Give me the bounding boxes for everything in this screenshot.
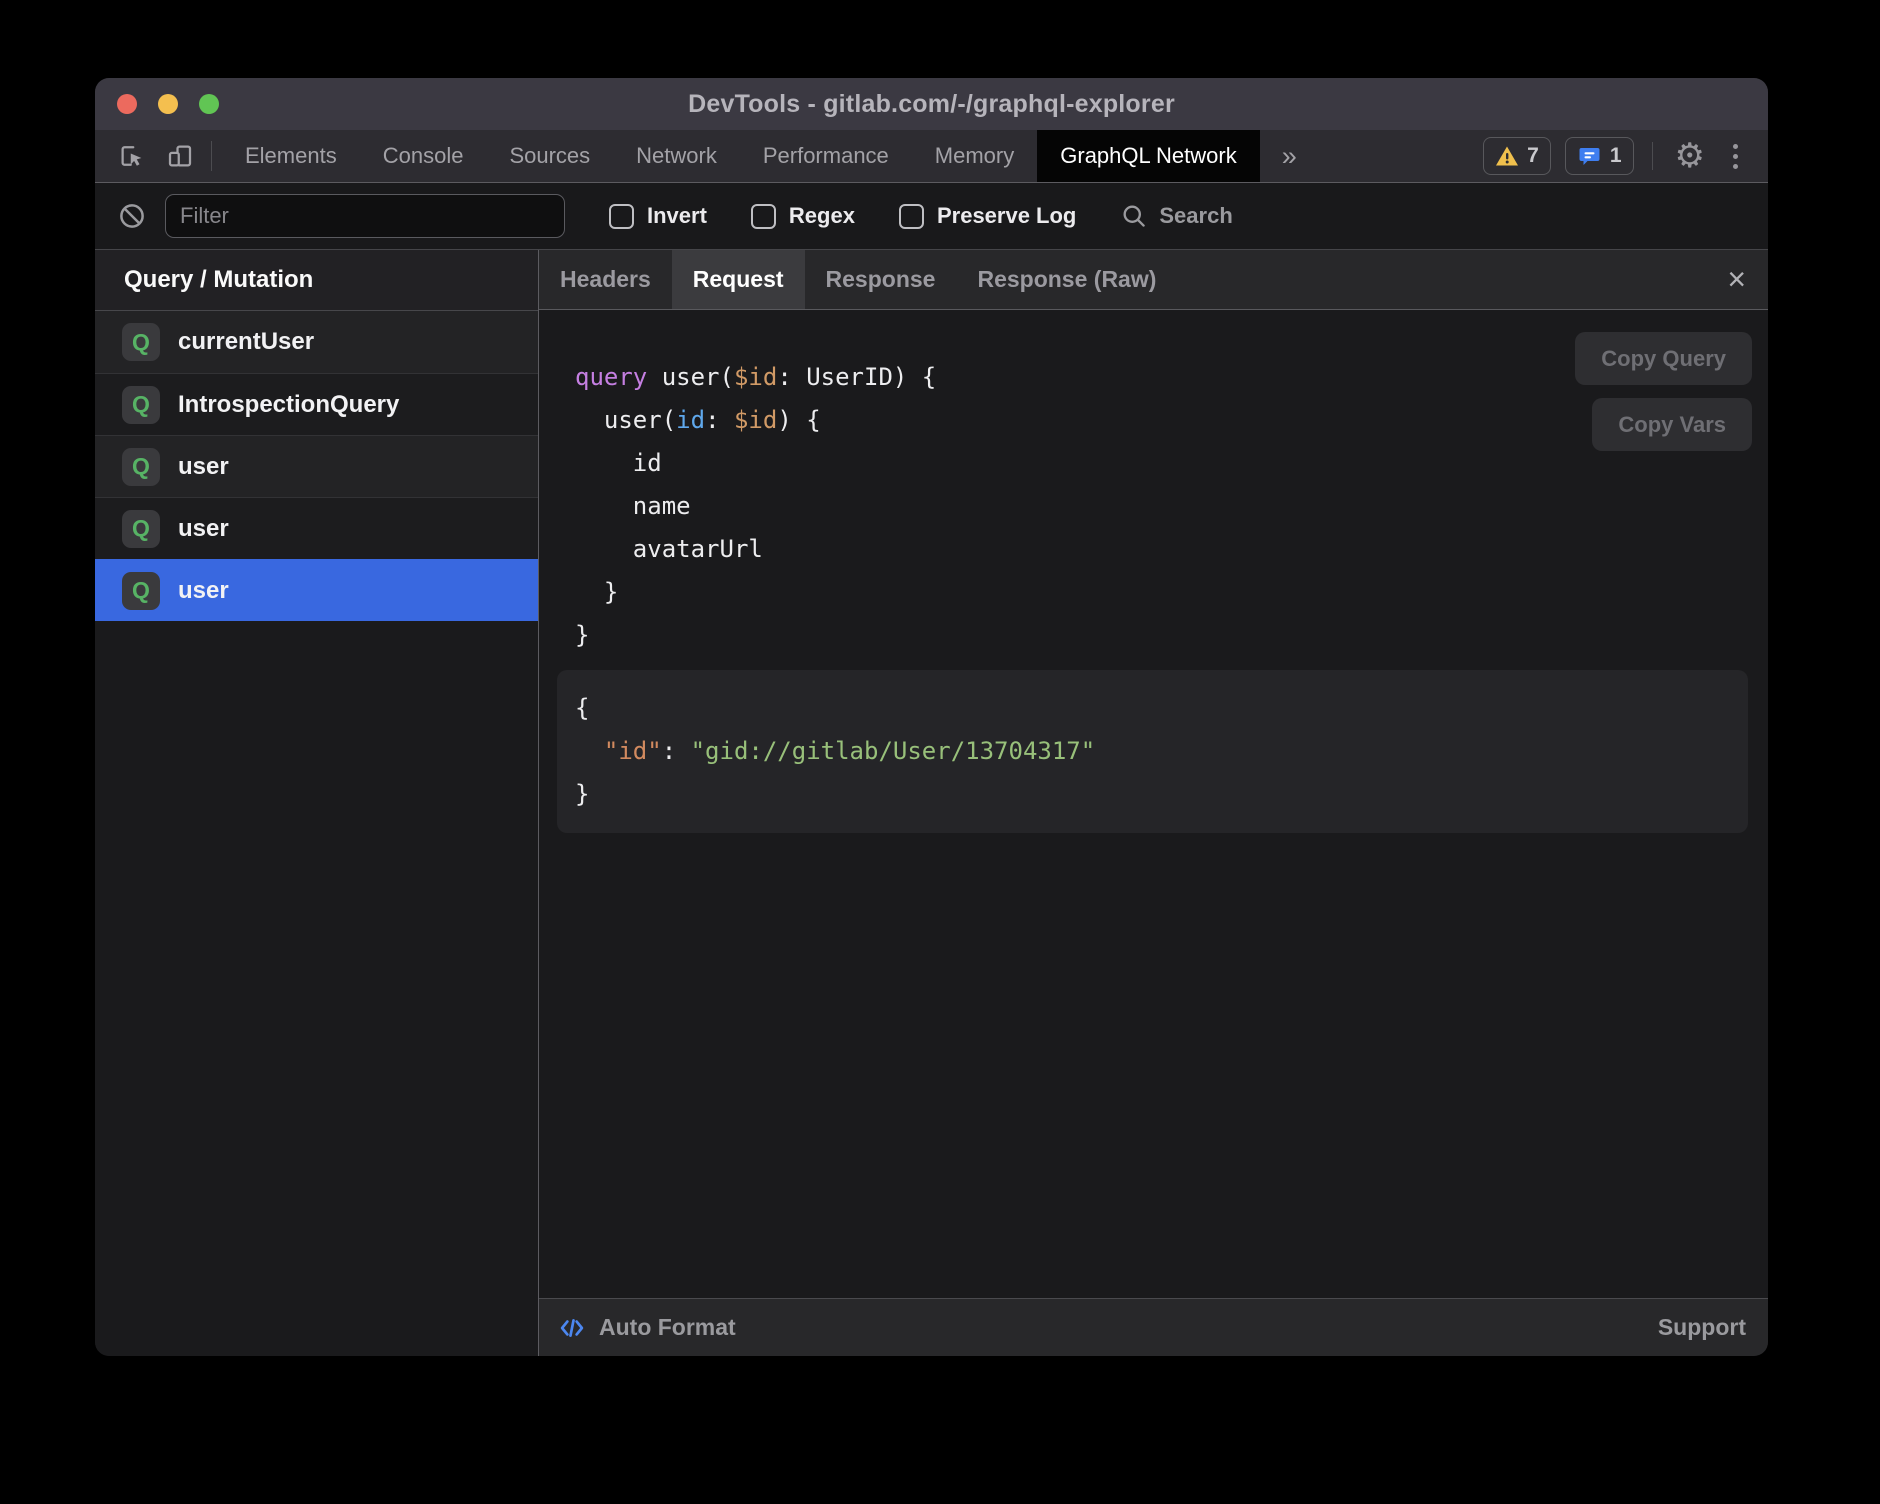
more-tabs-chevron-icon[interactable]: »: [1260, 130, 1319, 182]
filter-input[interactable]: [165, 194, 565, 238]
query-row-user-1[interactable]: Q user: [95, 435, 538, 497]
query-list-panel: Query / Mutation Q currentUser Q Introsp…: [95, 250, 539, 1356]
query-row-label: user: [178, 577, 229, 605]
device-toolbar-icon[interactable]: [165, 141, 195, 171]
warning-count: 7: [1527, 144, 1539, 168]
query-row-user-2[interactable]: Q user: [95, 497, 538, 559]
query-list-header: Query / Mutation: [95, 250, 538, 311]
query-type-badge: Q: [122, 572, 160, 610]
message-icon: [1577, 144, 1602, 168]
tab-graphql-network[interactable]: GraphQL Network: [1037, 130, 1259, 182]
query-row-label: currentUser: [178, 328, 314, 356]
filter-toolbar: Invert Regex Preserve Log Search: [95, 182, 1768, 250]
query-row-label: IntrospectionQuery: [178, 391, 399, 419]
request-body: query user($id: UserID) { user(id: $id) …: [539, 310, 1768, 1298]
tab-network[interactable]: Network: [613, 130, 740, 182]
regex-label: Regex: [789, 203, 855, 229]
tab-headers[interactable]: Headers: [539, 250, 672, 309]
issues-badge[interactable]: 1: [1565, 137, 1634, 175]
query-row-user-3-selected[interactable]: Q user: [95, 559, 538, 621]
preserve-log-checkbox[interactable]: [899, 204, 924, 229]
preserve-log-checkbox-group[interactable]: Preserve Log: [899, 203, 1076, 229]
query-variables-box: { "id": "gid://gitlab/User/13704317"}: [557, 670, 1748, 833]
search-button[interactable]: Search: [1120, 202, 1232, 230]
code-line: }: [575, 614, 1768, 657]
query-type-badge: Q: [122, 323, 160, 361]
inspect-element-icon[interactable]: [117, 141, 147, 171]
detail-footer: Auto Format Support: [539, 1298, 1768, 1356]
code-line: }: [575, 773, 1748, 816]
code-line: {: [575, 687, 1748, 730]
devtools-tabstrip: Elements Console Sources Network Perform…: [95, 130, 1768, 182]
invert-checkbox[interactable]: [609, 204, 634, 229]
tab-elements[interactable]: Elements: [222, 130, 360, 182]
code-line: id: [575, 442, 1768, 485]
kebab-menu-icon[interactable]: [1723, 144, 1748, 169]
request-detail-panel: Headers Request Response Response (Raw) …: [539, 250, 1768, 1356]
query-row-currentuser[interactable]: Q currentUser: [95, 311, 538, 373]
tab-response-raw[interactable]: Response (Raw): [956, 250, 1177, 309]
code-brackets-icon: [557, 1314, 587, 1342]
tab-performance[interactable]: Performance: [740, 130, 912, 182]
regex-checkbox-group[interactable]: Regex: [751, 203, 855, 229]
copy-query-button[interactable]: Copy Query: [1575, 332, 1752, 385]
preserve-log-label: Preserve Log: [937, 203, 1076, 229]
query-row-label: user: [178, 515, 229, 543]
auto-format-button[interactable]: Auto Format: [557, 1314, 736, 1342]
copy-vars-button[interactable]: Copy Vars: [1592, 398, 1752, 451]
code-line: avatarUrl: [575, 528, 1768, 571]
tab-console[interactable]: Console: [360, 130, 487, 182]
search-icon: [1120, 202, 1148, 230]
tab-memory[interactable]: Memory: [912, 130, 1037, 182]
settings-gear-icon[interactable]: ⚙: [1671, 139, 1709, 173]
devtools-window: DevTools - gitlab.com/-/graphql-explorer…: [95, 78, 1768, 1356]
query-type-badge: Q: [122, 510, 160, 548]
warnings-badge[interactable]: 7: [1483, 137, 1551, 175]
invert-checkbox-group[interactable]: Invert: [609, 203, 707, 229]
code-line: "id": "gid://gitlab/User/13704317": [575, 730, 1748, 773]
tab-sources[interactable]: Sources: [486, 130, 613, 182]
search-label: Search: [1159, 203, 1232, 229]
message-count: 1: [1610, 144, 1622, 168]
warning-icon: [1495, 145, 1519, 167]
invert-label: Invert: [647, 203, 707, 229]
regex-checkbox[interactable]: [751, 204, 776, 229]
query-row-introspectionquery[interactable]: Q IntrospectionQuery: [95, 373, 538, 435]
query-row-label: user: [178, 453, 229, 481]
clear-ban-icon[interactable]: [117, 201, 147, 231]
window-title: DevTools - gitlab.com/-/graphql-explorer: [95, 78, 1768, 130]
code-line: name: [575, 485, 1768, 528]
auto-format-label: Auto Format: [599, 1314, 736, 1341]
code-line: user(id: $id) {: [575, 399, 1768, 442]
code-line: }: [575, 571, 1768, 614]
titlebar: DevTools - gitlab.com/-/graphql-explorer: [95, 78, 1768, 130]
support-link[interactable]: Support: [1658, 1314, 1746, 1341]
tab-response[interactable]: Response: [805, 250, 957, 309]
toolbar-separator: [211, 141, 212, 171]
detail-tabbar: Headers Request Response Response (Raw) …: [539, 250, 1768, 310]
close-detail-icon[interactable]: ×: [1719, 250, 1754, 309]
query-type-badge: Q: [122, 448, 160, 486]
query-type-badge: Q: [122, 386, 160, 424]
tab-request[interactable]: Request: [672, 250, 805, 309]
toolbar-separator: [1652, 142, 1653, 170]
